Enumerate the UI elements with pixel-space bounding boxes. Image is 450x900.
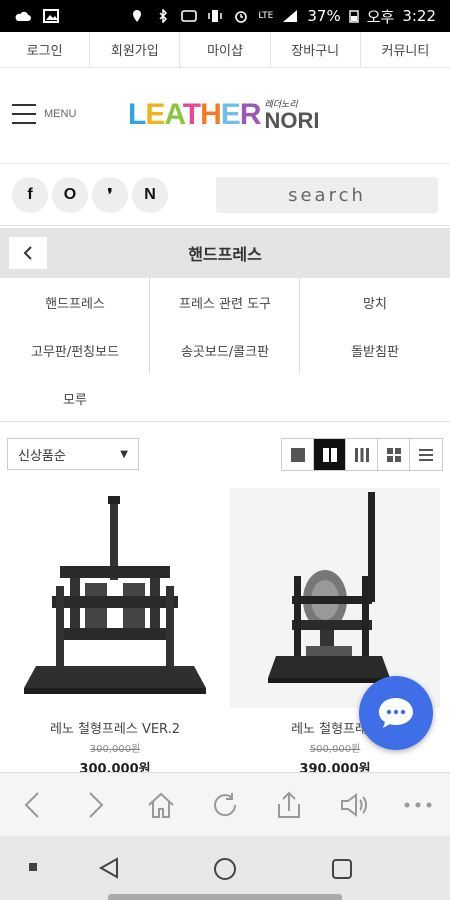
battery-percent: 37% xyxy=(307,7,341,25)
instagram-icon[interactable]: O xyxy=(52,176,88,213)
android-nav-bar xyxy=(0,836,450,900)
list-icon xyxy=(419,448,433,461)
subcategory-item[interactable]: 망치 xyxy=(300,278,450,326)
image-icon xyxy=(42,9,60,23)
time: 3:22 xyxy=(402,7,436,25)
hamburger-icon xyxy=(12,104,36,124)
three-column-icon xyxy=(354,447,369,462)
chevron-right-icon xyxy=(89,791,104,818)
subcategory-item[interactable]: 송곳보드/콜크판 xyxy=(150,326,300,374)
vibrate-icon xyxy=(206,9,224,23)
product-original-price: 300,000원 xyxy=(89,744,141,755)
sort-select[interactable]: 신상품순 ▼ xyxy=(7,438,139,470)
more-dots-icon xyxy=(404,802,432,807)
android-back-button[interactable] xyxy=(97,856,121,880)
chevron-left-icon xyxy=(24,791,39,818)
back-nav-button[interactable] xyxy=(12,785,52,825)
kakaostory-icon[interactable]: ❜ xyxy=(92,176,128,213)
chat-button[interactable] xyxy=(359,676,433,750)
time-ampm: 오후 xyxy=(366,7,395,26)
scroll-indicator xyxy=(108,894,342,900)
recent-dot-button[interactable] xyxy=(28,862,38,872)
myshop-link[interactable]: 마이샵 xyxy=(180,32,271,67)
header: MENU LEATHER 레더노리 NORI xyxy=(0,68,450,164)
subcategory-item[interactable]: 핸드프레스 xyxy=(0,278,150,326)
more-button[interactable] xyxy=(398,785,438,825)
android-recents-button[interactable] xyxy=(330,857,354,881)
logo-main: LEATHER xyxy=(128,98,261,131)
speaker-icon xyxy=(340,792,367,817)
status-bar: LTE 37% 오후 3:22 xyxy=(0,0,450,32)
category-title: 핸드프레스 xyxy=(188,245,262,264)
view-2col-button[interactable] xyxy=(314,439,346,470)
subcategory-item[interactable]: 프레스 관련 도구 xyxy=(150,278,300,326)
community-link[interactable]: 커뮤니티 xyxy=(361,32,450,67)
view-grid-button[interactable] xyxy=(378,439,410,470)
product-image[interactable] xyxy=(230,488,440,708)
cloud-icon xyxy=(14,9,32,23)
forward-nav-button[interactable] xyxy=(76,785,116,825)
read-aloud-button[interactable] xyxy=(334,785,374,825)
share-button[interactable] xyxy=(269,785,309,825)
subcategory-item[interactable]: 고무판/펀칭보드 xyxy=(0,326,150,374)
nfc-icon xyxy=(180,9,198,23)
signup-link[interactable]: 회원가입 xyxy=(90,32,181,67)
lte-label: LTE xyxy=(258,11,274,21)
product-name[interactable]: 레노 철형프레스 VER.2 xyxy=(10,718,220,737)
subcategory-grid: 핸드프레스 프레스 관련 도구 망치 고무판/펀칭보드 송곳보드/콜크판 돌받침… xyxy=(0,278,450,422)
refresh-icon xyxy=(213,792,236,816)
chevron-left-icon xyxy=(23,246,32,260)
social-search-bar: f O ❜ N xyxy=(0,164,450,226)
grid-icon xyxy=(386,447,401,462)
bluetooth-icon xyxy=(154,8,172,24)
triangle-back-icon xyxy=(98,857,118,879)
view-1col-button[interactable] xyxy=(282,439,314,470)
home-button[interactable] xyxy=(141,785,181,825)
subcategory-item[interactable]: 돌받침판 xyxy=(300,326,450,374)
battery-icon xyxy=(349,9,359,23)
dropdown-arrow-icon: ▼ xyxy=(120,448,128,460)
top-links: 로그인 회원가입 마이샵 장바구니 커뮤니티 xyxy=(0,32,450,68)
square-recents-icon xyxy=(332,859,352,879)
naver-blog-icon[interactable]: N xyxy=(132,176,168,213)
alarm-icon xyxy=(232,9,250,23)
android-home-button[interactable] xyxy=(212,856,238,882)
logo[interactable]: LEATHER 레더노리 NORI xyxy=(128,98,319,132)
view-toggle xyxy=(281,438,443,471)
view-3col-button[interactable] xyxy=(346,439,378,470)
search-box xyxy=(216,177,438,213)
home-icon xyxy=(148,792,174,818)
facebook-icon[interactable]: f xyxy=(12,176,48,213)
search-input[interactable] xyxy=(216,184,438,206)
signal-icon xyxy=(281,9,299,23)
sort-bar: 신상품순 ▼ xyxy=(0,438,450,472)
menu-button[interactable]: MENU xyxy=(12,104,76,124)
logo-sub-english: NORI xyxy=(264,108,320,133)
login-link[interactable]: 로그인 xyxy=(0,32,91,67)
sort-selected: 신상품순 xyxy=(18,448,66,464)
refresh-button[interactable] xyxy=(205,785,245,825)
two-column-icon xyxy=(322,447,337,462)
dot-icon xyxy=(29,863,37,871)
share-icon xyxy=(278,791,301,818)
single-column-icon xyxy=(290,447,305,462)
product-image[interactable] xyxy=(10,488,220,708)
browser-toolbar xyxy=(0,772,450,836)
view-list-button[interactable] xyxy=(410,439,442,470)
cart-link[interactable]: 장바구니 xyxy=(271,32,361,67)
subcategory-item[interactable]: 모루 xyxy=(0,374,150,422)
circle-home-icon xyxy=(214,858,236,880)
back-button[interactable] xyxy=(9,237,47,269)
location-icon xyxy=(128,9,146,23)
category-header: 핸드프레스 xyxy=(0,228,450,278)
menu-label: MENU xyxy=(44,108,77,120)
chat-icon xyxy=(379,698,413,728)
product-card[interactable]: 레노 철형프레스 VER.2 300,000원 300,000원 xyxy=(10,488,220,777)
